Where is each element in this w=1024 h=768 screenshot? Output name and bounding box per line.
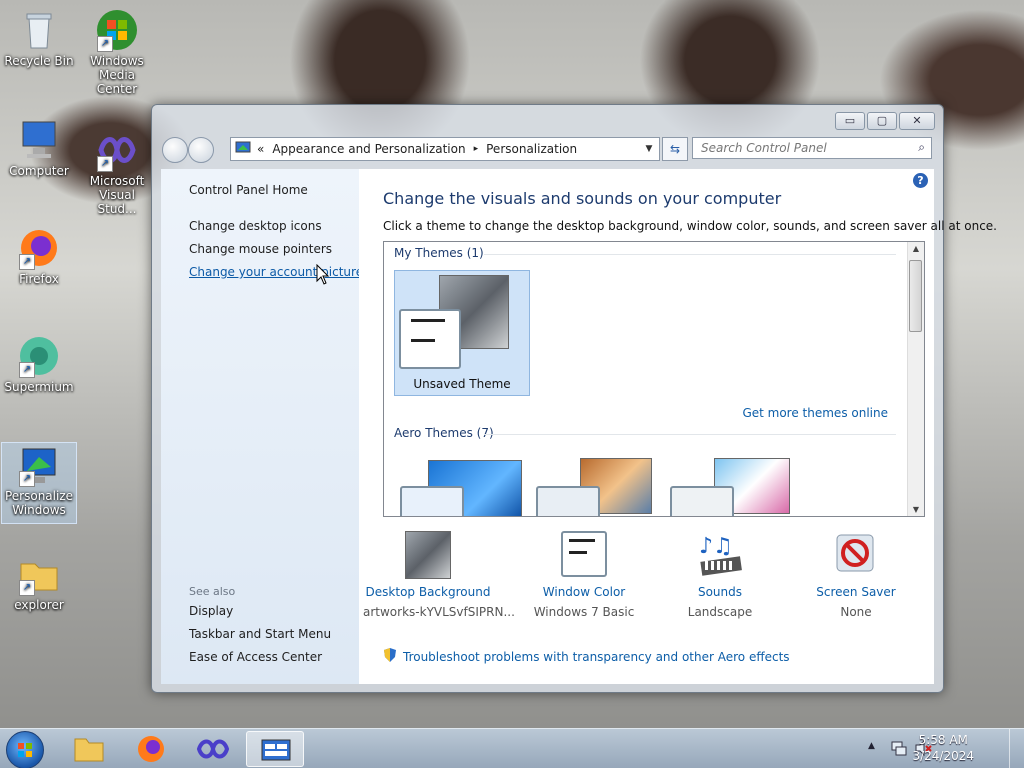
windows-media-center-icon: ↗: [95, 8, 139, 52]
shortcut-arrow-icon: ↗: [19, 254, 35, 270]
visual-studio-icon: ↗: [95, 128, 139, 172]
chevron-down-icon[interactable]: ▼: [639, 138, 659, 160]
svg-text:♪♫: ♪♫: [699, 534, 733, 559]
see-also-label: See also: [189, 585, 236, 598]
windows-logo-icon: [18, 743, 32, 757]
group-divider: [484, 434, 896, 435]
control-panel-icon: [261, 739, 291, 761]
theme-aero-characters[interactable]: [670, 458, 790, 516]
sidebar-ease-of-access[interactable]: Ease of Access Center: [189, 650, 322, 664]
taskbar-firefox[interactable]: [122, 731, 180, 767]
sidebar: Control Panel Home Change desktop icons …: [161, 169, 363, 684]
desktop-icon-recycle-bin[interactable]: Recycle Bin: [2, 8, 76, 68]
desktop-background-button[interactable]: Desktop Background artworks-kYVLSvfSIPRN…: [363, 531, 515, 619]
desktop-icon-firefox[interactable]: ↗ Firefox: [2, 226, 76, 286]
clock-date: 3/24/2024: [912, 749, 974, 763]
theme-aero-windows7[interactable]: [400, 458, 522, 516]
taskbar-explorer[interactable]: [60, 731, 118, 767]
recycle-bin-icon: [17, 8, 61, 52]
search-input[interactable]: Search Control Panel ⌕: [692, 137, 932, 159]
shortcut-arrow-icon: ↗: [19, 580, 35, 596]
sounds-icon: ♪♫: [697, 531, 743, 579]
sidebar-taskbar-start-menu[interactable]: Taskbar and Start Menu: [189, 627, 331, 641]
network-icon[interactable]: [890, 739, 908, 760]
folder-icon: ↗: [17, 552, 61, 596]
sidebar-change-account-picture[interactable]: Change your account picture: [189, 265, 363, 279]
get-more-themes-link[interactable]: Get more themes online: [742, 406, 888, 420]
back-button[interactable]: [162, 137, 188, 163]
maximize-button[interactable]: ▢: [867, 112, 897, 130]
system-clock[interactable]: 5:58 AM 3/24/2024: [912, 733, 974, 763]
troubleshoot-link[interactable]: Troubleshoot problems with transparency …: [383, 647, 790, 666]
theme-aero-architecture[interactable]: [536, 458, 652, 516]
personalize-icon: ↗: [17, 443, 61, 487]
sounds-button[interactable]: ♪♫ Sounds Landscape: [655, 531, 785, 619]
desktop-icon-computer[interactable]: Computer: [2, 118, 76, 178]
shield-icon: [383, 647, 397, 666]
taskbar-visual-studio[interactable]: [184, 731, 242, 767]
desktop-icon-media-center[interactable]: ↗ Windows Media Center: [80, 8, 154, 96]
firefox-icon: ↗: [17, 226, 61, 270]
navigation-bar: « Appearance and Personalization ▸ Perso…: [160, 135, 935, 163]
shortcut-arrow-icon: ↗: [19, 362, 35, 378]
window-caption-buttons: ▭ ▢ ✕: [835, 112, 935, 130]
minimize-button[interactable]: ▭: [835, 112, 865, 130]
theme-list[interactable]: My Themes (1) Unsaved Theme Get more the…: [383, 241, 925, 517]
theme-unsaved[interactable]: Unsaved Theme: [394, 270, 530, 396]
computer-icon: [17, 118, 61, 162]
aero-themes-label: Aero Themes (7): [394, 426, 494, 440]
refresh-icon[interactable]: ⇆: [662, 137, 688, 161]
start-button[interactable]: [6, 731, 44, 768]
window-color-icon: [561, 531, 607, 579]
window-color-button[interactable]: Window Color Windows 7 Basic: [519, 531, 649, 619]
desktop-icon-visual-studio[interactable]: ↗ Microsoft Visual Stud...: [80, 128, 154, 216]
taskbar-personalization[interactable]: [246, 731, 304, 767]
address-prefix[interactable]: «: [257, 142, 264, 156]
desktop-icon-personalize[interactable]: ↗ Personalize Windows: [1, 442, 77, 524]
show-hidden-icons[interactable]: ▲: [868, 741, 875, 751]
my-themes-label: My Themes (1): [394, 246, 484, 260]
page-description: Click a theme to change the desktop back…: [383, 219, 997, 233]
theme-name: Unsaved Theme: [413, 377, 511, 391]
taskbar: ▲ 5:58 AM 3/24/2024: [0, 728, 1024, 768]
scroll-down-icon[interactable]: ▼: [908, 505, 924, 514]
forward-button[interactable]: [188, 137, 214, 163]
scroll-up-icon[interactable]: ▲: [908, 244, 924, 253]
group-divider: [484, 254, 896, 255]
folder-icon: [74, 738, 104, 762]
show-desktop-button[interactable]: [1009, 729, 1024, 768]
help-icon[interactable]: ?: [913, 173, 928, 188]
desktop-icon-explorer[interactable]: ↗ explorer: [2, 552, 76, 612]
mouse-cursor-icon: [316, 263, 330, 289]
main-content: ? Change the visuals and sounds on your …: [359, 169, 997, 684]
search-icon: ⌕: [918, 140, 925, 154]
shortcut-arrow-icon: ↗: [97, 36, 113, 52]
sidebar-display[interactable]: Display: [189, 604, 233, 618]
desktop-icon-supermium[interactable]: ↗ Supermium: [2, 334, 76, 394]
shortcut-arrow-icon: ↗: [97, 156, 113, 172]
personalization-window: ▭ ▢ ✕ « Appearance and Personalization ▸…: [151, 104, 997, 693]
sidebar-change-desktop-icons[interactable]: Change desktop icons: [189, 219, 322, 233]
sidebar-control-panel-home[interactable]: Control Panel Home: [189, 183, 308, 197]
sidebar-change-mouse-pointers[interactable]: Change mouse pointers: [189, 242, 332, 256]
close-button[interactable]: ✕: [899, 112, 935, 130]
theme-list-scrollbar[interactable]: ▲ ▼: [907, 242, 924, 516]
shortcut-arrow-icon: ↗: [19, 471, 35, 487]
control-panel-icon: [235, 141, 251, 158]
page-title: Change the visuals and sounds on your co…: [383, 189, 782, 208]
screen-saver-button[interactable]: Screen Saver None: [791, 531, 921, 619]
supermium-icon: ↗: [17, 334, 61, 378]
breadcrumb-separator[interactable]: ▸: [474, 144, 479, 154]
scrollbar-thumb[interactable]: [909, 260, 922, 332]
firefox-icon: [138, 736, 164, 762]
desktop-background-icon: [405, 531, 451, 579]
theme-window-preview: [399, 309, 461, 369]
clock-time: 5:58 AM: [918, 733, 968, 747]
breadcrumb-appearance[interactable]: Appearance and Personalization: [272, 142, 465, 156]
breadcrumb-personalization[interactable]: Personalization: [486, 142, 577, 156]
screen-saver-icon: [833, 531, 879, 579]
address-bar[interactable]: « Appearance and Personalization ▸ Perso…: [230, 137, 660, 161]
visual-studio-icon: [196, 739, 230, 759]
